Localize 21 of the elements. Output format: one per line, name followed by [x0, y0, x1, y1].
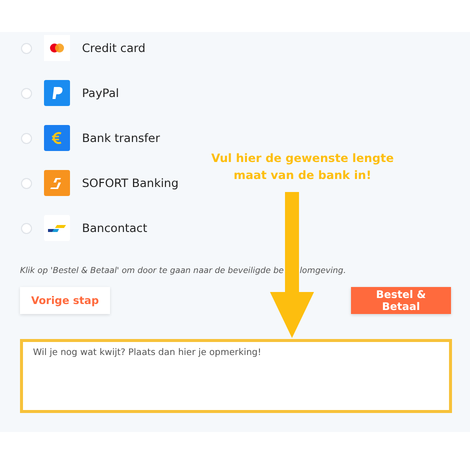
- payment-method-label: Credit card: [82, 41, 146, 55]
- payment-method-label: Bancontact: [82, 221, 148, 235]
- radio-button[interactable]: [21, 132, 32, 144]
- order-and-pay-button[interactable]: Bestel & Betaal: [351, 287, 451, 314]
- notice-text: lomgeving.: [300, 265, 346, 275]
- payment-method-label: SOFORT Banking: [82, 176, 179, 190]
- notice-text: Klik op 'Bestel & Betaal' om door te gaan naar de beveiligde be: [20, 265, 284, 275]
- payment-method-label: Bank transfer: [82, 131, 160, 145]
- radio-button[interactable]: [21, 42, 32, 54]
- payment-method-label: PayPal: [82, 86, 119, 100]
- remark-field[interactable]: Wil je nog wat kwijt? Plaats dan hier je opmerking!: [20, 339, 452, 413]
- p-logo-icon: [44, 80, 70, 106]
- radio-button[interactable]: [21, 88, 32, 98]
- s-logo-icon: [44, 170, 70, 196]
- radio-button[interactable]: [21, 222, 32, 234]
- radio-button[interactable]: [21, 178, 32, 188]
- annotation-text: Vul hier de gewenste lengte maat van de bank in!: [210, 150, 395, 184]
- cards-logo-icon: [44, 215, 70, 241]
- euro-icon: [44, 125, 70, 151]
- previous-step-button[interactable]: Vorige stap: [20, 287, 110, 314]
- card-logo-icon: [44, 35, 70, 61]
